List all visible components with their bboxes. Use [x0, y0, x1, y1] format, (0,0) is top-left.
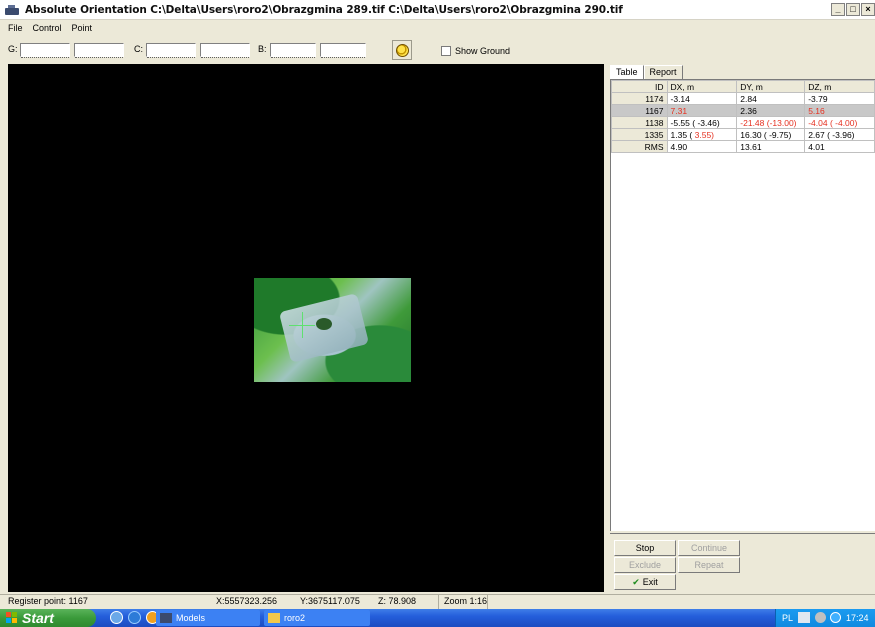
image-viewport[interactable] — [8, 64, 604, 592]
aerial-image[interactable] — [254, 278, 411, 382]
language-indicator[interactable]: PL — [782, 613, 793, 623]
cell-dx: -5.55 ( -3.46) — [666, 116, 738, 129]
menu-bar: File Control Point — [0, 21, 875, 35]
network-icon[interactable] — [830, 612, 841, 623]
internet-explorer-icon[interactable] — [128, 611, 141, 624]
title-bar: Absolute Orientation C:\Delta\Users\roro… — [0, 0, 875, 20]
checkmark-icon: ✔ — [632, 577, 640, 587]
exit-button[interactable]: ✔ Exit — [614, 574, 676, 590]
g-slider-2[interactable] — [74, 43, 124, 58]
clock: 17:24 — [846, 613, 869, 623]
status-message: Register point: 1167 — [8, 596, 88, 606]
window-title: Absolute Orientation C:\Delta\Users\roro… — [25, 3, 623, 16]
close-button[interactable]: × — [861, 3, 875, 16]
minimize-button[interactable]: _ — [831, 3, 845, 16]
menu-point[interactable]: Point — [72, 23, 93, 33]
table-row[interactable]: 1335 1.35 ( 3.55) 16.30 ( -9.75) 2.67 ( … — [611, 128, 875, 141]
c-slider-1[interactable] — [146, 43, 196, 58]
table-row-selected[interactable]: 1167 7.31 2.36 5.16 — [611, 104, 875, 117]
cell-dx: 7.31 — [666, 104, 738, 117]
show-ground-label: Show Ground — [455, 46, 511, 56]
table-header-row: ID DX, m DY, m DZ, m — [611, 80, 875, 93]
tray-icon[interactable] — [815, 612, 826, 623]
control-buttons: Stop Continue Exclude Repeat ✔ Exit — [610, 533, 875, 593]
cell-dy: 13.61 — [736, 140, 806, 153]
b-slider-1[interactable] — [270, 43, 316, 58]
quicklaunch-icon-1[interactable] — [110, 611, 123, 624]
system-tray: PL 17:24 — [775, 609, 875, 627]
settings-button[interactable] — [392, 40, 412, 60]
residuals-table: ID DX, m DY, m DZ, m 1174 -3.14 2.84 -3.… — [610, 79, 875, 531]
table-row[interactable]: 1138 -5.55 ( -3.46) -21.48 (-13.00) -4.0… — [611, 116, 875, 129]
status-x: X:5557323.256 — [216, 596, 278, 606]
cell-dy: 2.84 — [736, 92, 806, 105]
cell-dx: 4.90 — [666, 140, 738, 153]
cell-dz: -4.04 ( -4.00) — [804, 116, 875, 129]
table-row[interactable]: 1174 -3.14 2.84 -3.79 — [611, 92, 875, 105]
status-zoom: Zoom 1:16 — [444, 596, 488, 606]
taskbar-item-models[interactable]: Models — [156, 610, 260, 626]
cell-id: 1174 — [611, 92, 668, 105]
cell-id: 1335 — [611, 128, 668, 141]
folder-icon — [268, 613, 280, 623]
tab-report[interactable]: Report — [643, 65, 683, 79]
b-slider-2[interactable] — [320, 43, 366, 58]
c-label: C: — [134, 44, 143, 54]
maximize-button[interactable]: □ — [846, 3, 860, 16]
menu-control[interactable]: Control — [33, 23, 62, 33]
status-y: Y:3675117.075 — [300, 596, 360, 606]
toolbar: G: C: B: Show Ground — [0, 38, 875, 62]
cell-id: 1138 — [611, 116, 668, 129]
windows-flag-icon — [6, 612, 18, 624]
cell-dy: 16.30 ( -9.75) — [736, 128, 806, 141]
cell-dx: -3.14 — [666, 92, 738, 105]
printer-icon[interactable] — [798, 612, 810, 623]
right-panel: Table Report ID DX, m DY, m DZ, m 1174 -… — [610, 63, 875, 593]
table-row-rms[interactable]: RMS 4.90 13.61 4.01 — [611, 140, 875, 153]
g-label: G: — [8, 44, 18, 54]
exclude-button[interactable]: Exclude — [614, 557, 676, 573]
cell-dz: 2.67 ( -3.96) — [804, 128, 875, 141]
header-id[interactable]: ID — [611, 80, 668, 93]
cell-dz: -3.79 — [804, 92, 875, 105]
models-icon — [160, 613, 172, 623]
taskbar: Start Models roro2 PL 17:24 — [0, 609, 875, 627]
menu-file[interactable]: File — [8, 23, 23, 33]
cell-dy: 2.36 — [736, 104, 806, 117]
status-bar: Register point: 1167 X:5557323.256 Y:367… — [0, 594, 875, 609]
status-z: Z: 78.908 — [378, 596, 417, 606]
header-dx[interactable]: DX, m — [666, 80, 738, 93]
header-dz[interactable]: DZ, m — [804, 80, 875, 93]
repeat-button[interactable]: Repeat — [678, 557, 740, 573]
cell-dy: -21.48 (-13.00) — [736, 116, 806, 129]
window-controls: _ □ × — [831, 3, 875, 16]
tab-table[interactable]: Table — [610, 65, 644, 79]
app-icon — [5, 4, 21, 16]
cell-dz: 4.01 — [804, 140, 875, 153]
g-slider-1[interactable] — [20, 43, 70, 58]
stop-button[interactable]: Stop — [614, 540, 676, 556]
panel-tabs: Table Report — [610, 65, 683, 79]
start-button[interactable]: Start — [0, 609, 96, 627]
header-dy[interactable]: DY, m — [736, 80, 806, 93]
taskbar-item-roro2[interactable]: roro2 — [264, 610, 370, 626]
cell-id: 1167 — [611, 104, 668, 117]
cell-id: RMS — [611, 140, 668, 153]
b-label: B: — [258, 44, 267, 54]
show-ground-checkbox[interactable] — [441, 46, 451, 56]
cell-dx: 1.35 ( 3.55) — [666, 128, 738, 141]
gear-icon — [396, 44, 409, 57]
continue-button[interactable]: Continue — [678, 540, 740, 556]
cell-dz: 5.16 — [804, 104, 875, 117]
c-slider-2[interactable] — [200, 43, 250, 58]
